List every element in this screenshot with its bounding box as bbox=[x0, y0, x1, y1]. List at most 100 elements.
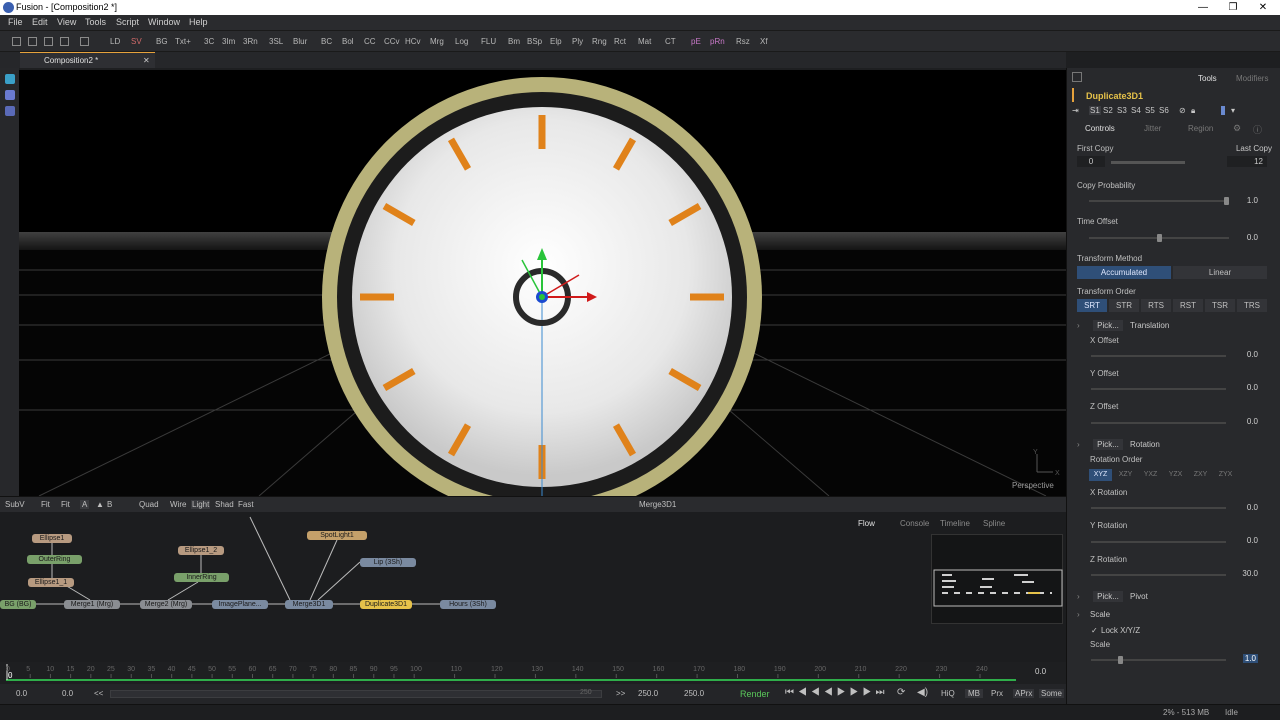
scale-value[interactable]: 1.0 bbox=[1242, 654, 1258, 663]
tool-ct[interactable]: CT bbox=[665, 37, 676, 46]
slot-s6[interactable]: S6 bbox=[1159, 106, 1169, 115]
tool-ld[interactable]: LD bbox=[110, 37, 120, 46]
tool-pe[interactable]: pE bbox=[691, 37, 701, 46]
tool-mrg[interactable]: Mrg bbox=[430, 37, 444, 46]
tool-ply[interactable]: Ply bbox=[572, 37, 583, 46]
method-accumulated-button[interactable]: Accumulated bbox=[1077, 266, 1171, 279]
layout-icon[interactable] bbox=[60, 37, 69, 46]
minimize-button[interactable]: — bbox=[1188, 1, 1218, 14]
tool-cc[interactable]: CC bbox=[364, 37, 376, 46]
tool-flu[interactable]: FLU bbox=[481, 37, 496, 46]
rotation-pick-button[interactable]: Pick... bbox=[1093, 439, 1123, 450]
layout-icon[interactable] bbox=[12, 37, 21, 46]
method-linear-button[interactable]: Linear bbox=[1173, 266, 1267, 279]
slot-s4[interactable]: S4 bbox=[1131, 106, 1141, 115]
node-bg[interactable]: BG (BG) bbox=[0, 600, 36, 609]
order-str-button[interactable]: STR bbox=[1109, 299, 1139, 312]
menu-script[interactable]: Script bbox=[116, 17, 139, 27]
tab-spline[interactable]: Spline bbox=[983, 519, 1005, 528]
copy-probability-slider[interactable] bbox=[1089, 197, 1229, 205]
tool-rsz[interactable]: Rsz bbox=[736, 37, 750, 46]
tool-3rn[interactable]: 3Rn bbox=[243, 37, 258, 46]
last-copy-field[interactable]: 12 bbox=[1227, 156, 1267, 167]
tab-tools[interactable]: Tools bbox=[1198, 74, 1217, 83]
settings-gear-icon[interactable]: ⚙ bbox=[1233, 123, 1241, 134]
slider-knob[interactable] bbox=[1118, 656, 1123, 664]
x-rotation-slider[interactable] bbox=[1091, 507, 1226, 509]
panel-toggle-icon[interactable] bbox=[1072, 72, 1082, 82]
copy-probability-value[interactable]: 1.0 bbox=[1247, 196, 1258, 205]
tool-log[interactable]: Log bbox=[455, 37, 468, 46]
tool-3im[interactable]: 3Im bbox=[222, 37, 235, 46]
menu-file[interactable]: File bbox=[8, 17, 23, 27]
tool-ccv[interactable]: CCv bbox=[384, 37, 400, 46]
viewer-cube-icon[interactable] bbox=[5, 74, 15, 84]
some-button[interactable]: Some bbox=[1039, 689, 1064, 698]
rot-order-zxy[interactable]: ZXY bbox=[1189, 469, 1212, 481]
slot-s1[interactable]: S1 bbox=[1089, 106, 1101, 115]
slot-s2[interactable]: S2 bbox=[1103, 106, 1113, 115]
render-button[interactable]: Render bbox=[740, 689, 770, 699]
subtab-region[interactable]: Region bbox=[1188, 124, 1213, 133]
rot-order-yzx[interactable]: YZX bbox=[1164, 469, 1187, 481]
node-ellipse1-2[interactable]: Ellipse1_2 bbox=[178, 546, 224, 555]
viewer-cube-icon[interactable] bbox=[5, 106, 15, 116]
playback-controls-icon[interactable]: ⏮◀◀◀▶▶▶⏭ bbox=[785, 687, 889, 698]
render-start-field[interactable]: 0.0 bbox=[16, 689, 27, 698]
pin-icon[interactable]: ⇥ bbox=[1072, 106, 1079, 115]
time-offset-value[interactable]: 0.0 bbox=[1247, 233, 1258, 242]
tool-prn[interactable]: pRn bbox=[710, 37, 725, 46]
time-ruler[interactable]: 0 5 10 15 20 25 30 35 40 45 50 55 60 65 70 75 80 85 90 95 10… bbox=[0, 662, 1066, 684]
menu-view[interactable]: View bbox=[57, 17, 76, 27]
z-rotation-value[interactable]: 30.0 bbox=[1242, 569, 1258, 578]
tool-mat[interactable]: Mat bbox=[638, 37, 651, 46]
fit-button[interactable]: Fit bbox=[61, 500, 70, 509]
x-offset-slider[interactable] bbox=[1091, 355, 1226, 357]
translation-pick-button[interactable]: Pick... bbox=[1093, 320, 1123, 331]
copy-range-slider[interactable] bbox=[1111, 161, 1185, 164]
menu-edit[interactable]: Edit bbox=[32, 17, 48, 27]
range-slider[interactable] bbox=[110, 690, 602, 698]
pivot-pick-button[interactable]: Pick... bbox=[1093, 591, 1123, 602]
node-duplicate3d[interactable]: Duplicate3D1 bbox=[360, 600, 412, 609]
viewer-cube-icon[interactable] bbox=[5, 90, 15, 100]
rot-order-yxz[interactable]: YXZ bbox=[1139, 469, 1162, 481]
tool-blur[interactable]: Blur bbox=[293, 37, 307, 46]
tool-bg[interactable]: BG bbox=[156, 37, 168, 46]
tool-3c[interactable]: 3C bbox=[204, 37, 214, 46]
order-tsr-button[interactable]: TSR bbox=[1205, 299, 1235, 312]
layout-icon[interactable] bbox=[28, 37, 37, 46]
menu-help[interactable]: Help bbox=[189, 17, 208, 27]
node-merge3d[interactable]: Merge3D1 bbox=[285, 600, 333, 609]
audio-icon[interactable]: ◀) bbox=[917, 687, 928, 698]
order-srt-button[interactable]: SRT bbox=[1077, 299, 1107, 312]
aprx-button[interactable]: APrx bbox=[1013, 689, 1035, 698]
tool-xf[interactable]: Xf bbox=[760, 37, 768, 46]
rot-order-xyz[interactable]: XYZ bbox=[1089, 469, 1112, 481]
slot-s3[interactable]: S3 bbox=[1117, 106, 1127, 115]
light-button[interactable]: Light bbox=[191, 500, 211, 509]
y-offset-slider[interactable] bbox=[1091, 388, 1226, 390]
forward-range-button[interactable]: >> bbox=[616, 689, 625, 698]
order-trs-button[interactable]: TRS bbox=[1237, 299, 1267, 312]
slot-s5[interactable]: S5 bbox=[1145, 106, 1155, 115]
tab-close-icon[interactable]: ✕ bbox=[143, 56, 150, 65]
node-ellipse1[interactable]: Ellipse1 bbox=[32, 534, 72, 543]
scale-slider[interactable] bbox=[1091, 656, 1226, 664]
print-icon[interactable] bbox=[80, 37, 89, 46]
node-hours[interactable]: Hours (3Sh) bbox=[440, 600, 496, 609]
layout-icon[interactable] bbox=[44, 37, 53, 46]
tool-3sl[interactable]: 3SL bbox=[269, 37, 283, 46]
first-copy-field[interactable]: 0 bbox=[1077, 156, 1105, 167]
tool-rct[interactable]: Rct bbox=[614, 37, 626, 46]
expand-chevron-icon[interactable]: › bbox=[1077, 592, 1080, 601]
expand-chevron-icon[interactable]: › bbox=[1077, 440, 1080, 449]
node-inner-ring[interactable]: InnerRing bbox=[174, 573, 229, 582]
color-swatch-icon[interactable] bbox=[1221, 106, 1225, 115]
node-merge1[interactable]: Merge1 (Mrg) bbox=[64, 600, 120, 609]
node-merge2[interactable]: Merge2 (Mrg) bbox=[140, 600, 192, 609]
fast-button[interactable]: Fast bbox=[238, 500, 254, 509]
subview-button[interactable]: SubV bbox=[5, 500, 25, 509]
expand-chevron-icon[interactable]: › bbox=[1077, 610, 1080, 619]
subtab-jitter[interactable]: Jitter bbox=[1144, 124, 1161, 133]
